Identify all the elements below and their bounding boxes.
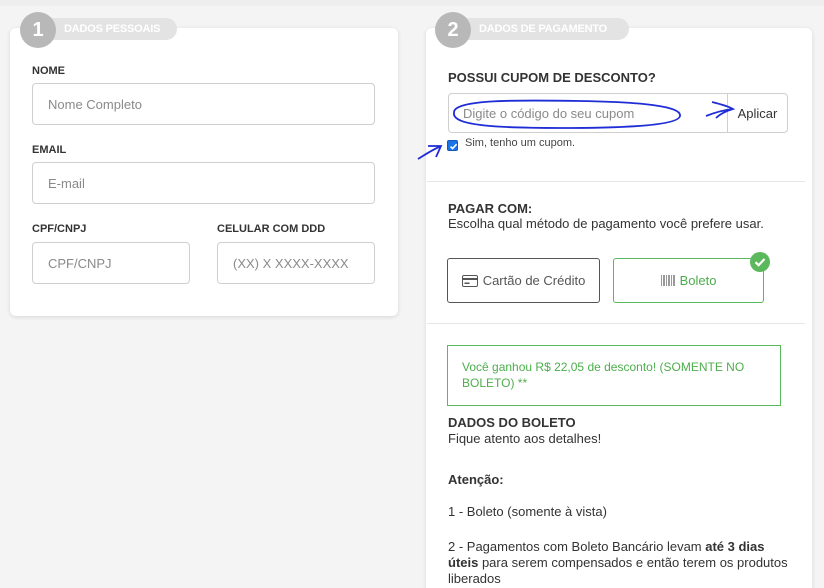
boleto-item-2-prefix: 2 - Pagamentos com Boleto Bancário levam — [448, 539, 706, 554]
section-divider-2 — [427, 323, 805, 324]
selected-check-icon — [750, 252, 770, 272]
cpf-label: CPF/CNPJ — [32, 223, 87, 235]
boleto-title: DADOS DO BOLETO — [448, 415, 576, 430]
boleto-subtitle: Fique atento aos detalhes! — [448, 431, 602, 446]
phone-label: CELULAR COM DDD — [217, 223, 326, 235]
checkmark-icon — [449, 143, 458, 150]
name-label: NOME — [32, 65, 65, 77]
email-label: EMAIL — [32, 144, 67, 156]
discount-message: Você ganhou R$ 22,05 de desconto! (SOMEN… — [447, 345, 781, 406]
pay-credit-card-button[interactable]: Cartão de Crédito — [447, 258, 600, 303]
pay-boleto-button[interactable]: Boleto — [613, 258, 764, 303]
top-border — [0, 0, 824, 6]
name-input[interactable] — [32, 83, 375, 125]
step2-title: DADOS DE PAGAMENTO — [479, 23, 608, 35]
payment-title: PAGAR COM: — [448, 201, 533, 216]
pay-credit-card-label: Cartão de Crédito — [482, 273, 586, 288]
barcode-icon — [660, 275, 675, 286]
coupon-input[interactable] — [448, 93, 728, 133]
cpf-input[interactable] — [32, 242, 190, 284]
pay-boleto-label: Boleto — [679, 273, 717, 288]
coupon-checkbox[interactable] — [447, 140, 458, 151]
credit-card-icon — [461, 274, 478, 287]
payment-subtitle: Escolha qual método de pagamento você pr… — [448, 216, 764, 231]
boleto-item-1: 1 - Boleto (somente à vista) — [448, 504, 607, 519]
step1-title: DADOS PESSOAIS — [64, 23, 161, 35]
phone-input[interactable] — [217, 242, 375, 284]
attention-label: Atenção: — [448, 472, 504, 487]
boleto-item-2-suffix: para serem compensados e então terem os … — [448, 555, 788, 586]
email-input[interactable] — [32, 162, 375, 204]
apply-coupon-button[interactable]: Aplicar — [727, 93, 788, 133]
coupon-title: POSSUI CUPOM DE DESCONTO? — [448, 70, 656, 85]
section-divider — [427, 181, 805, 182]
coupon-checkbox-label: Sim, tenho um cupom. — [465, 137, 576, 149]
step2-number-badge: 2 — [435, 12, 471, 48]
boleto-item-2: 2 - Pagamentos com Boleto Bancário levam… — [448, 539, 796, 587]
step1-number-badge: 1 — [20, 12, 56, 48]
